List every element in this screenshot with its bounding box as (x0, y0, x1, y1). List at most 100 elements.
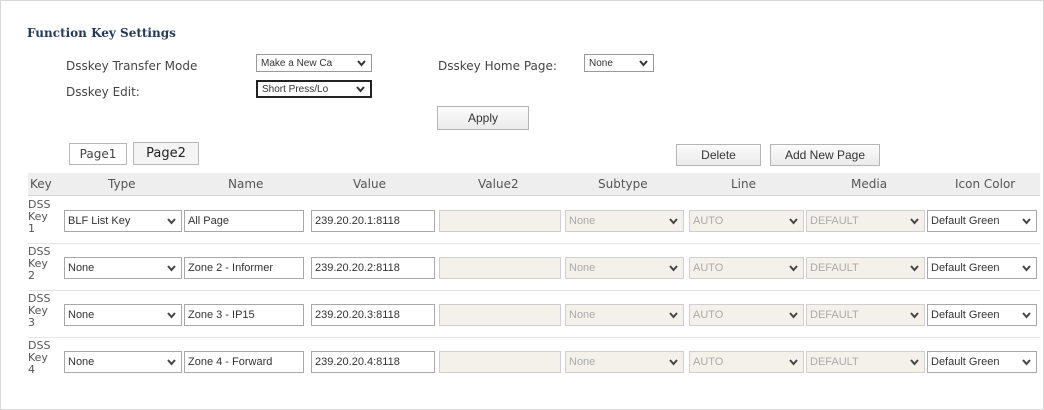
name-input-value: Zone 3 - IP15 (188, 309, 255, 321)
column-header-value2: Value2 (478, 177, 519, 191)
media-select: DEFAULT (806, 257, 925, 279)
chevron-down-icon (167, 265, 176, 272)
chevron-down-icon (167, 359, 176, 366)
media-select: DEFAULT (806, 210, 925, 232)
chevron-down-icon (669, 218, 678, 225)
column-header-key: Key (30, 177, 52, 191)
type-select[interactable]: None (64, 257, 182, 279)
type-select-value: None (68, 262, 95, 274)
value2-input (439, 257, 561, 279)
subtype-select-value: None (569, 215, 596, 227)
section-title: Function Key Settings (27, 26, 176, 40)
edit-value: Short Press/Lo (262, 83, 329, 95)
chevron-down-icon (357, 60, 366, 67)
line-select: AUTO (689, 304, 804, 326)
apply-button[interactable]: Apply (437, 106, 529, 130)
line-select: AUTO (689, 351, 804, 373)
value-input-value: 239.20.20.1:8118 (315, 215, 400, 227)
row-divider (28, 337, 1040, 338)
media-select-value: DEFAULT (810, 309, 859, 321)
name-input[interactable]: Zone 3 - IP15 (184, 304, 304, 326)
table-header (28, 173, 1040, 196)
chevron-down-icon (669, 312, 678, 319)
chevron-down-icon (669, 265, 678, 272)
column-header-media: Media (851, 177, 888, 191)
type-select-value: BLF List Key (68, 215, 131, 227)
chevron-down-icon (789, 265, 798, 272)
chevron-down-icon (910, 359, 919, 366)
key-label: DSS Key 3 (28, 293, 50, 329)
icon-color-select-value: Default Green (931, 262, 1000, 274)
value-input[interactable]: 239.20.20.1:8118 (311, 210, 435, 232)
chevron-down-icon (910, 312, 919, 319)
edit-select[interactable]: Short Press/Lo (256, 80, 372, 98)
home-page-select[interactable]: None (584, 54, 654, 72)
subtype-select: None (565, 257, 684, 279)
chevron-down-icon (1022, 218, 1031, 225)
edit-label: Dsskey Edit: (66, 85, 140, 99)
home-page-label: Dsskey Home Page: (438, 59, 557, 73)
key-label: DSS Key 2 (28, 246, 50, 282)
tab-page2[interactable]: Page2 (133, 142, 199, 165)
icon-color-select[interactable]: Default Green (927, 304, 1037, 326)
subtype-select-value: None (569, 262, 596, 274)
value-input[interactable]: 239.20.20.4:8118 (311, 351, 435, 373)
chevron-down-icon (789, 218, 798, 225)
media-select-value: DEFAULT (810, 262, 859, 274)
column-header-line: Line (731, 177, 757, 191)
value-input-value: 239.20.20.2:8118 (315, 262, 400, 274)
icon-color-select-value: Default Green (931, 215, 1000, 227)
line-select-value: AUTO (693, 309, 724, 321)
subtype-select: None (565, 210, 684, 232)
chevron-down-icon (789, 312, 798, 319)
subtype-select: None (565, 304, 684, 326)
key-label: DSS Key 4 (28, 340, 50, 376)
media-select: DEFAULT (806, 351, 925, 373)
value-input[interactable]: 239.20.20.2:8118 (311, 257, 435, 279)
name-input-value: Zone 2 - Informer (188, 262, 273, 274)
transfer-mode-select[interactable]: Make a New Ca (256, 54, 372, 72)
key-label: DSS Key 1 (28, 199, 50, 235)
chevron-down-icon (356, 86, 365, 93)
type-select[interactable]: None (64, 351, 182, 373)
column-header-icon-color: Icon Color (955, 177, 1016, 191)
value-input-value: 239.20.20.4:8118 (315, 356, 400, 368)
icon-color-select[interactable]: Default Green (927, 257, 1037, 279)
value2-input (439, 304, 561, 326)
subtype-select-value: None (569, 356, 596, 368)
chevron-down-icon (167, 312, 176, 319)
chevron-down-icon (669, 359, 678, 366)
line-select-value: AUTO (693, 356, 724, 368)
name-input[interactable]: Zone 4 - Forward (184, 351, 304, 373)
subtype-select-value: None (569, 309, 596, 321)
add-new-page-button[interactable]: Add New Page (770, 144, 880, 166)
delete-button[interactable]: Delete (676, 144, 761, 166)
column-header-type: Type (108, 177, 136, 191)
column-header-value: Value (353, 177, 386, 191)
transfer-mode-label: Dsskey Transfer Mode (66, 59, 198, 73)
row-divider (28, 290, 1040, 291)
icon-color-select-value: Default Green (931, 309, 1000, 321)
value-input-value: 239.20.20.3:8118 (315, 309, 400, 321)
icon-color-select[interactable]: Default Green (927, 351, 1037, 373)
name-input[interactable]: All Page (184, 210, 304, 232)
media-select-value: DEFAULT (810, 356, 859, 368)
key-label-part: 4 (28, 363, 35, 376)
name-input[interactable]: Zone 2 - Informer (184, 257, 304, 279)
chevron-down-icon (1022, 265, 1031, 272)
chevron-down-icon (1022, 312, 1031, 319)
chevron-down-icon (910, 218, 919, 225)
value2-input (439, 210, 561, 232)
type-select[interactable]: None (64, 304, 182, 326)
chevron-down-icon (789, 359, 798, 366)
chevron-down-icon (910, 265, 919, 272)
icon-color-select[interactable]: Default Green (927, 210, 1037, 232)
name-input-value: Zone 4 - Forward (188, 356, 273, 368)
column-header-name: Name (228, 177, 264, 191)
key-label-part: 1 (28, 222, 35, 235)
tab-page1[interactable]: Page1 (69, 143, 127, 165)
type-select[interactable]: BLF List Key (64, 210, 182, 232)
media-select: DEFAULT (806, 304, 925, 326)
value-input[interactable]: 239.20.20.3:8118 (311, 304, 435, 326)
type-select-value: None (68, 309, 95, 321)
